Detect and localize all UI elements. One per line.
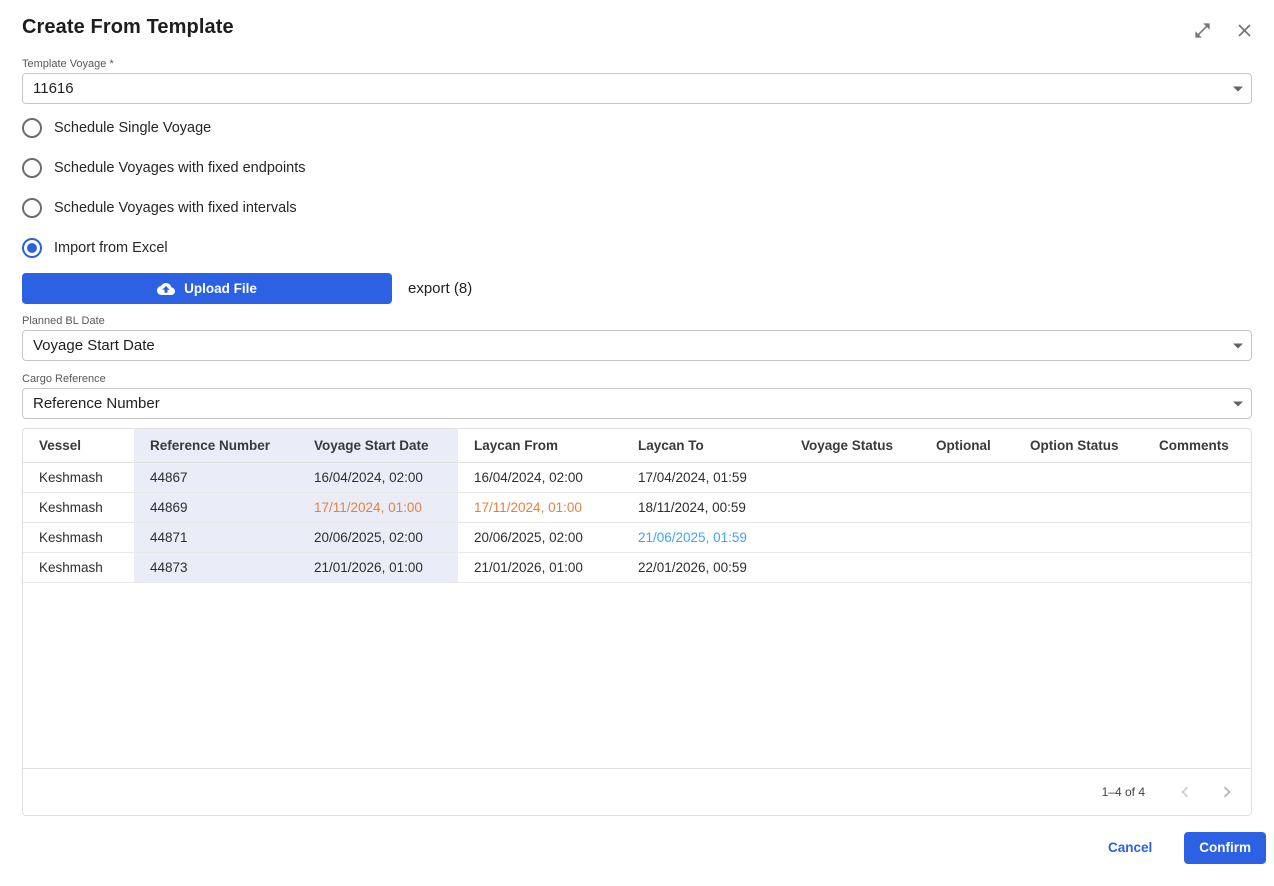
cargo-reference-label: Cargo Reference bbox=[22, 373, 1252, 385]
cell-optional bbox=[920, 462, 1014, 492]
cargo-reference-select[interactable]: Reference Number bbox=[22, 388, 1252, 419]
radio-option-schedule-voyages-with-fixed-intervals[interactable]: Schedule Voyages with fixed intervals bbox=[22, 188, 1252, 228]
cell-laycan_to: 22/01/2026, 00:59 bbox=[622, 552, 785, 582]
cell-laycan_from: 20/06/2025, 02:00 bbox=[458, 522, 622, 552]
chevron-left-icon[interactable] bbox=[1171, 778, 1199, 806]
export-count-label: export (8) bbox=[408, 280, 472, 297]
radio-unselected-icon[interactable] bbox=[22, 118, 42, 138]
table-header-row: VesselReference NumberVoyage Start DateL… bbox=[23, 429, 1252, 462]
cell-option_status bbox=[1014, 492, 1143, 522]
column-header-laycan_from[interactable]: Laycan From bbox=[458, 429, 622, 462]
cell-voyage_status bbox=[785, 462, 920, 492]
cell-voyage_status bbox=[785, 522, 920, 552]
radio-option-label: Schedule Voyages with fixed endpoints bbox=[54, 160, 306, 176]
planned-bl-date-value: Voyage Start Date bbox=[33, 337, 155, 354]
cell-laycan_from: 17/11/2024, 01:00 bbox=[458, 492, 622, 522]
table-row[interactable]: Keshmash4487120/06/2025, 02:0020/06/2025… bbox=[23, 522, 1252, 552]
pagination-range-label: 1–4 of 4 bbox=[1102, 785, 1145, 799]
column-header-option_status[interactable]: Option Status bbox=[1014, 429, 1143, 462]
dialog-content: Template Voyage * 11616 Schedule Single … bbox=[0, 42, 1274, 816]
template-voyage-label: Template Voyage * bbox=[22, 58, 1252, 70]
radio-option-label: Import from Excel bbox=[54, 240, 168, 256]
table-row[interactable]: Keshmash4486917/11/2024, 01:0017/11/2024… bbox=[23, 492, 1252, 522]
close-icon[interactable] bbox=[1232, 18, 1256, 42]
cell-laycan_to: 17/04/2024, 01:59 bbox=[622, 462, 785, 492]
radio-option-label: Schedule Single Voyage bbox=[54, 120, 211, 136]
radio-option-schedule-voyages-with-fixed-endpoints[interactable]: Schedule Voyages with fixed endpoints bbox=[22, 148, 1252, 188]
column-header-voyage_start_date[interactable]: Voyage Start Date bbox=[298, 429, 458, 462]
cell-optional bbox=[920, 552, 1014, 582]
cell-vessel: Keshmash bbox=[23, 462, 134, 492]
create-from-template-dialog: Create From Template Template Voyage * 1… bbox=[0, 0, 1274, 886]
cell-vessel: Keshmash bbox=[23, 492, 134, 522]
table-row[interactable]: Keshmash4486716/04/2024, 02:0016/04/2024… bbox=[23, 462, 1252, 492]
cell-reference_number: 44871 bbox=[134, 522, 298, 552]
cell-option_status bbox=[1014, 522, 1143, 552]
planned-bl-date-label: Planned BL Date bbox=[22, 315, 1252, 327]
cloud-upload-icon bbox=[157, 280, 175, 298]
radio-option-schedule-single-voyage[interactable]: Schedule Single Voyage bbox=[22, 108, 1252, 148]
expand-icon[interactable] bbox=[1190, 18, 1214, 42]
dialog-actions: Cancel Confirm bbox=[0, 816, 1274, 886]
table-pagination: 1–4 of 4 bbox=[23, 768, 1251, 815]
confirm-button[interactable]: Confirm bbox=[1184, 832, 1266, 864]
chevron-right-icon[interactable] bbox=[1213, 778, 1241, 806]
cell-voyage_start_date: 16/04/2024, 02:00 bbox=[298, 462, 458, 492]
table-empty-area bbox=[23, 583, 1251, 769]
column-header-comments[interactable]: Comments bbox=[1143, 429, 1252, 462]
table-row[interactable]: Keshmash4487321/01/2026, 01:0021/01/2026… bbox=[23, 552, 1252, 582]
radio-selected-icon[interactable] bbox=[22, 238, 42, 258]
radio-option-label: Schedule Voyages with fixed intervals bbox=[54, 200, 297, 216]
cell-option_status bbox=[1014, 462, 1143, 492]
cell-reference_number: 44867 bbox=[134, 462, 298, 492]
page-title: Create From Template bbox=[22, 16, 1190, 39]
cell-voyage_status bbox=[785, 552, 920, 582]
upload-row: Upload File export (8) bbox=[22, 273, 1252, 304]
cell-comments bbox=[1143, 492, 1252, 522]
column-header-vessel[interactable]: Vessel bbox=[23, 429, 134, 462]
cell-option_status bbox=[1014, 552, 1143, 582]
upload-file-label: Upload File bbox=[184, 281, 257, 296]
cell-voyage_start_date: 17/11/2024, 01:00 bbox=[298, 492, 458, 522]
cell-laycan_to: 18/11/2024, 00:59 bbox=[622, 492, 785, 522]
planned-bl-date-select[interactable]: Voyage Start Date bbox=[22, 330, 1252, 361]
cell-reference_number: 44869 bbox=[134, 492, 298, 522]
voyages-table-card: VesselReference NumberVoyage Start DateL… bbox=[22, 428, 1252, 816]
schedule-mode-radio-group: Schedule Single Voyage Schedule Voyages w… bbox=[22, 108, 1252, 268]
caret-down-icon bbox=[1233, 401, 1243, 406]
cell-vessel: Keshmash bbox=[23, 552, 134, 582]
cell-reference_number: 44873 bbox=[134, 552, 298, 582]
radio-unselected-icon[interactable] bbox=[22, 158, 42, 178]
cell-vessel: Keshmash bbox=[23, 522, 134, 552]
cell-laycan_from: 21/01/2026, 01:00 bbox=[458, 552, 622, 582]
column-header-reference_number[interactable]: Reference Number bbox=[134, 429, 298, 462]
column-header-optional[interactable]: Optional bbox=[920, 429, 1014, 462]
cell-voyage_start_date: 21/01/2026, 01:00 bbox=[298, 552, 458, 582]
cargo-reference-value: Reference Number bbox=[33, 395, 160, 412]
cell-laycan_from: 16/04/2024, 02:00 bbox=[458, 462, 622, 492]
cell-voyage_status bbox=[785, 492, 920, 522]
cell-optional bbox=[920, 492, 1014, 522]
cell-comments bbox=[1143, 462, 1252, 492]
radio-option-import-from-excel[interactable]: Import from Excel bbox=[22, 228, 1252, 268]
cell-optional bbox=[920, 522, 1014, 552]
column-header-voyage_status[interactable]: Voyage Status bbox=[785, 429, 920, 462]
cell-voyage_start_date: 20/06/2025, 02:00 bbox=[298, 522, 458, 552]
header-icons bbox=[1190, 18, 1256, 42]
template-voyage-value: 11616 bbox=[33, 80, 74, 97]
cell-laycan_to: 21/06/2025, 01:59 bbox=[622, 522, 785, 552]
caret-down-icon bbox=[1233, 86, 1243, 91]
column-header-laycan_to[interactable]: Laycan To bbox=[622, 429, 785, 462]
cell-comments bbox=[1143, 552, 1252, 582]
upload-file-button[interactable]: Upload File bbox=[22, 273, 392, 304]
cancel-button[interactable]: Cancel bbox=[1098, 832, 1162, 863]
voyages-table: VesselReference NumberVoyage Start DateL… bbox=[23, 429, 1252, 583]
caret-down-icon bbox=[1233, 343, 1243, 348]
radio-unselected-icon[interactable] bbox=[22, 198, 42, 218]
dialog-header: Create From Template bbox=[0, 0, 1274, 42]
cell-comments bbox=[1143, 522, 1252, 552]
template-voyage-select[interactable]: 11616 bbox=[22, 73, 1252, 104]
